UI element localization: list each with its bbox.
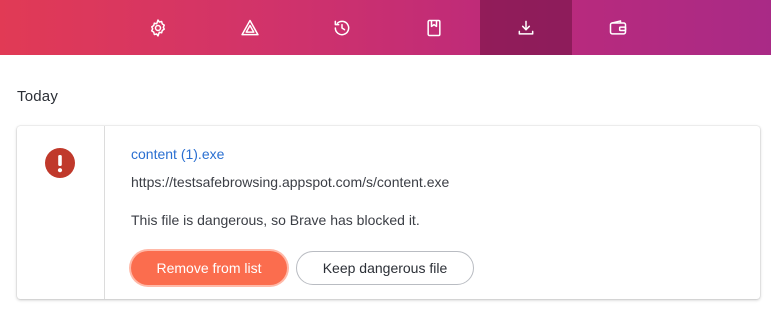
- section-title-today: Today: [17, 88, 59, 105]
- file-name-link[interactable]: content (1).exe: [131, 146, 224, 162]
- nav-bookmarks-button[interactable]: [388, 0, 480, 55]
- remove-from-list-button[interactable]: Remove from list: [131, 251, 287, 285]
- nav-downloads-button[interactable]: [480, 0, 572, 55]
- gear-icon: [151, 18, 165, 37]
- download-icon: [518, 20, 534, 35]
- nav-history-button[interactable]: [296, 0, 388, 55]
- history-icon: [334, 20, 350, 35]
- download-status-text: This file is dangerous, so Brave has blo…: [131, 212, 420, 228]
- nav-wallet-button[interactable]: [572, 0, 664, 55]
- danger-warning-icon: [45, 148, 75, 178]
- download-icon-column: [17, 126, 105, 299]
- nav-rewards-button[interactable]: [204, 0, 296, 55]
- keep-dangerous-file-button[interactable]: Keep dangerous file: [296, 251, 474, 285]
- file-url: https://testsafebrowsing.appspot.com/s/c…: [131, 174, 450, 190]
- top-toolbar: [0, 0, 771, 55]
- bookmarks-icon: [427, 19, 441, 36]
- brave-rewards-icon: [241, 19, 259, 35]
- wallet-icon: [609, 19, 627, 35]
- download-item-card: content (1).exe https://testsafebrowsing…: [17, 126, 760, 299]
- nav-settings-button[interactable]: [112, 0, 204, 55]
